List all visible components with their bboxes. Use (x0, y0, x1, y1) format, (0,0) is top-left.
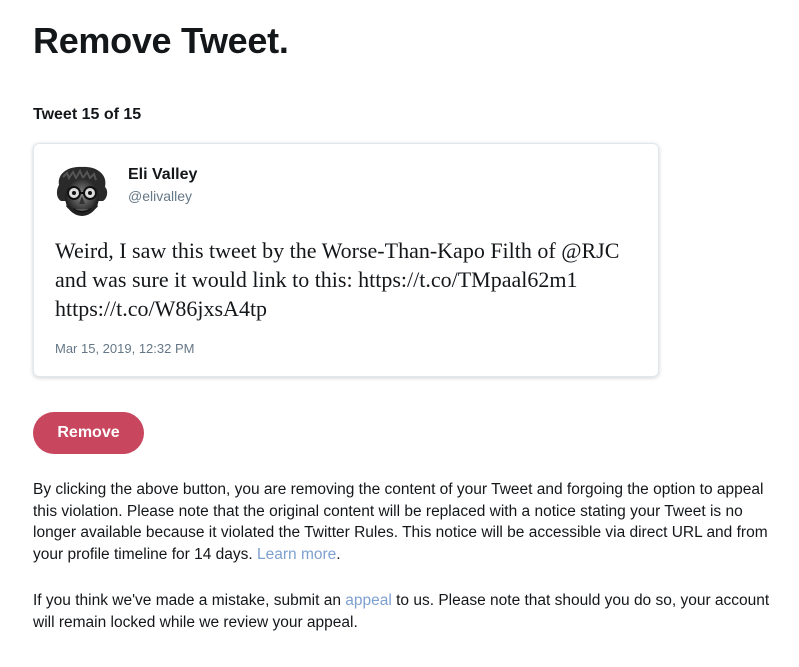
appeal-notice-text-before: If you think we've made a mistake, submi… (33, 592, 341, 609)
learn-more-suffix: . (336, 545, 341, 563)
appeal-notice: If you think we've made a mistake, submi… (33, 590, 778, 633)
appeal-link[interactable]: appeal (345, 592, 392, 609)
avatar-icon (53, 163, 111, 221)
page-title: Remove Tweet. (33, 20, 289, 61)
author-handle: @elivalley (128, 188, 193, 204)
removal-notice-text: By clicking the above button, you are re… (33, 481, 768, 563)
remove-button[interactable]: Remove (33, 412, 144, 454)
author-name: Eli Valley (128, 166, 198, 183)
removal-notice: By clicking the above button, you are re… (33, 479, 778, 565)
tweet-timestamp: Mar 15, 2019, 12:32 PM (55, 341, 195, 356)
learn-more-link[interactable]: Learn more (257, 546, 336, 563)
avatar (53, 163, 111, 221)
tweet-counter: Tweet 15 of 15 (33, 106, 142, 123)
tweet-text: Weird, I saw this tweet by the Worse-Tha… (55, 238, 620, 321)
tweet-card: Eli Valley @elivalley Weird, I saw this … (33, 143, 659, 377)
